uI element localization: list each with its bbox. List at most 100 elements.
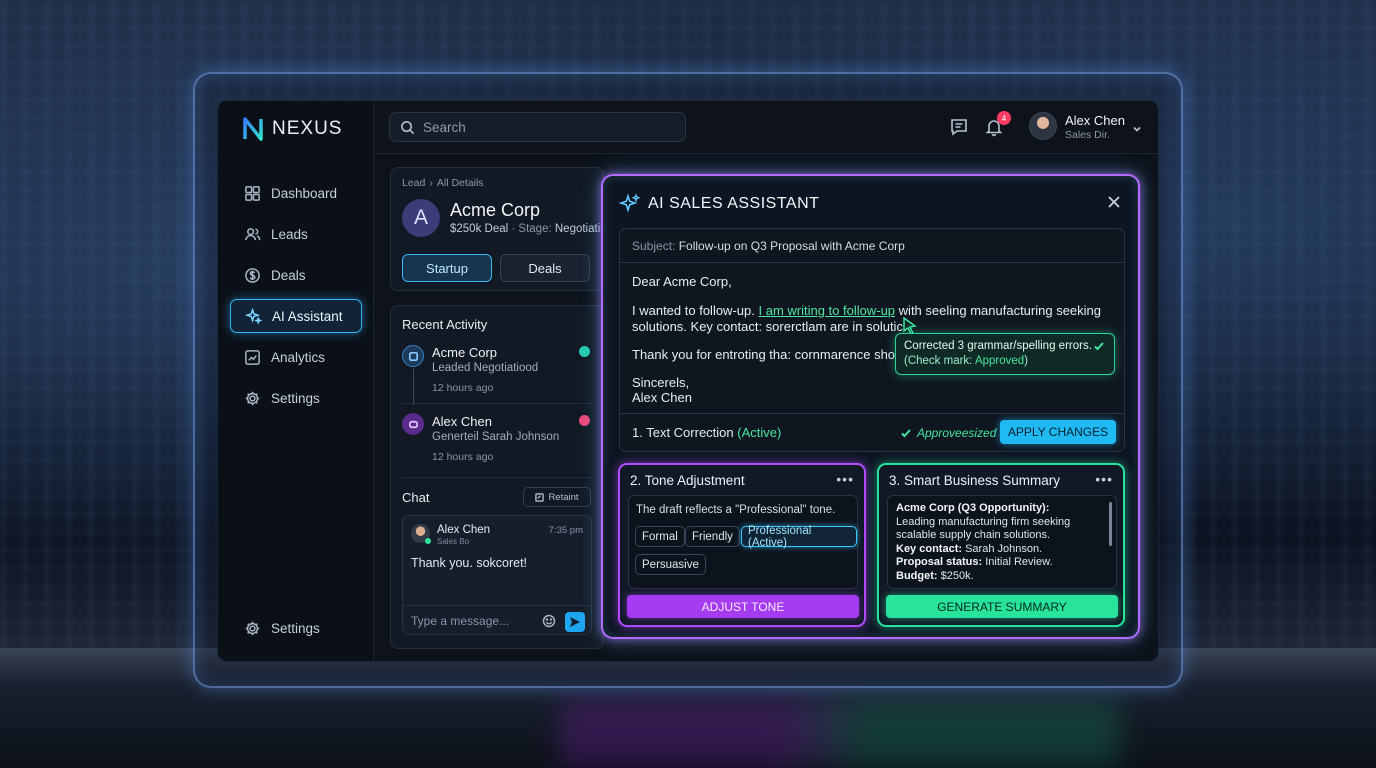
edit-icon — [535, 492, 545, 502]
text-correction-label: 1. Text Correction (Active) — [632, 425, 781, 440]
email-correction-highlight[interactable]: I am writing to follow-up — [758, 303, 895, 318]
sidebar: NEXUS Dashboard Leads Deals AI Assistant… — [218, 101, 374, 661]
sidebar-item-label: Analytics — [271, 349, 326, 365]
summary-content: Acme Corp (Q3 Opportunity): Leading manu… — [887, 495, 1117, 589]
sidebar-item-label: Leads — [271, 226, 308, 242]
user-name: Alex Chen — [1065, 113, 1125, 128]
chat-input-placeholder: Type a message... — [411, 613, 510, 628]
desk-reflection — [560, 700, 1120, 768]
tone-chip-professional[interactable]: Professional (Active) — [741, 525, 857, 549]
generate-summary-button[interactable]: GENERATE SUMMARY — [886, 595, 1118, 618]
email-line-3: Thank you for entroting tha: cornmarence… — [632, 347, 924, 362]
users-icon — [245, 227, 261, 240]
summary-budget: $250k. — [940, 569, 974, 582]
user-role: Sales Dir. — [1065, 129, 1110, 141]
send-button[interactable] — [565, 612, 585, 632]
smart-summary-card: 3. Smart Business Summary ••• Acme Corp … — [877, 463, 1125, 627]
sidebar-item-label: Deals — [271, 267, 306, 283]
summary-contact-label: Key contact: — [896, 542, 963, 555]
stage-label: Stage: — [518, 223, 552, 235]
chat-input[interactable]: Type a message... — [402, 605, 592, 635]
summary-scrollbar[interactable] — [1109, 502, 1112, 546]
app-logo[interactable]: NEXUS — [242, 117, 342, 141]
more-options-icon[interactable]: ••• — [836, 471, 854, 487]
activity-name[interactable]: Acme Corp — [432, 345, 497, 360]
app-name: NEXUS — [272, 118, 343, 139]
notification-badge: 4 — [997, 111, 1011, 125]
chat-sender: Alex Chen — [437, 524, 491, 536]
correction-tooltip: Corrected 3 grammar/spelling errors. (Ch… — [895, 333, 1115, 375]
sidebar-item-leads[interactable]: Leads — [230, 217, 362, 251]
summary-title: 3. Smart Business Summary — [889, 473, 1061, 488]
company-avatar: A — [402, 199, 440, 237]
tab-startup[interactable]: Startup — [402, 254, 492, 282]
sidebar-item-analytics[interactable]: Analytics — [230, 340, 362, 374]
activity-timeline-line — [413, 369, 414, 405]
dollar-icon — [245, 267, 260, 283]
chat-title: Chat — [402, 490, 430, 505]
breadcrumb: Lead › All Details — [402, 177, 484, 189]
summary-heading: Acme Corp (Q3 Opportunity): — [896, 502, 1050, 514]
check-icon — [901, 429, 911, 438]
summary-budget-label: Budget: — [896, 569, 938, 582]
chat-message: Thank you. sokcoret! — [411, 556, 528, 570]
sidebar-item-deals[interactable]: Deals — [230, 258, 362, 292]
sparkle-icon — [619, 193, 641, 213]
adjust-tone-button[interactable]: ADJUST TONE — [627, 595, 859, 618]
tooltip-status: Approved — [974, 355, 1025, 367]
activity-name[interactable]: Alex Chen — [432, 414, 492, 429]
search-icon — [401, 120, 415, 134]
tooltip-label: (Check mark: — [904, 355, 973, 367]
emoji-button[interactable] — [542, 614, 556, 628]
summary-status: Initial Review. — [985, 556, 1053, 568]
send-icon — [570, 617, 580, 627]
close-icon — [1108, 196, 1120, 208]
messages-button[interactable] — [949, 117, 969, 137]
approved-status: Approveesized — [900, 426, 996, 440]
tone-chip-friendly[interactable]: Friendly — [685, 526, 740, 547]
tone-chip-formal[interactable]: Formal — [635, 526, 685, 547]
crm-app-window: NEXUS Dashboard Leads Deals AI Assistant… — [217, 100, 1159, 662]
more-options-icon[interactable]: ••• — [1095, 471, 1113, 487]
tab-deals[interactable]: Deals — [500, 254, 590, 282]
sidebar-item-settings[interactable]: Settings — [230, 381, 362, 415]
email-line-1: I wanted to follow-up. I am writing to f… — [632, 303, 1101, 318]
activity-divider — [402, 477, 592, 478]
user-avatar[interactable] — [1029, 112, 1057, 140]
subject-value: Follow-up on Q3 Proposal with Acme Corp — [678, 239, 905, 253]
activity-time: 12 hours ago — [432, 451, 494, 463]
activity-divider — [402, 403, 592, 404]
search-input[interactable]: Search — [389, 112, 686, 142]
sidebar-item-ai-assistant[interactable]: AI Assistant — [230, 299, 362, 333]
gear-icon — [245, 391, 260, 405]
emoji-icon — [542, 614, 556, 628]
retain-button[interactable]: Retaint — [523, 487, 591, 507]
sidebar-item-dashboard[interactable]: Dashboard — [230, 176, 362, 210]
tone-chip-persuasive[interactable]: Persuasive — [635, 554, 706, 575]
close-button[interactable] — [1106, 194, 1122, 210]
message-icon — [951, 119, 967, 136]
correction-title: 1. Text Correction — [632, 425, 734, 440]
online-indicator — [425, 538, 431, 544]
tooltip-paren: ) — [1024, 355, 1029, 367]
sidebar-item-label: Dashboard — [271, 185, 338, 201]
dashboard-icon — [245, 185, 260, 201]
apply-changes-button[interactable]: APPLY CHANGES — [1000, 420, 1116, 444]
email-subject: Subject: Follow-up on Q3 Proposal with A… — [632, 239, 905, 253]
building-icon — [408, 351, 418, 361]
user-menu-toggle[interactable] — [1132, 121, 1142, 132]
activity-desc: Leaded Negotiatiood — [432, 362, 539, 374]
chat-time: 7:35 pm — [548, 525, 583, 536]
breadcrumb-separator: › — [429, 177, 433, 189]
sidebar-item-label: Settings — [271, 620, 320, 636]
user-icon — [408, 420, 418, 428]
breadcrumb-root[interactable]: Lead — [402, 177, 425, 189]
sidebar-item-settings-bottom[interactable]: Settings — [230, 611, 362, 645]
company-meta: $250k Deal · Stage: Negotiatio — [450, 223, 607, 235]
email-divider — [620, 262, 1124, 263]
company-name: Acme Corp — [450, 200, 541, 220]
activity-user-icon — [402, 413, 424, 435]
subject-label: Subject: — [632, 239, 676, 253]
email-closing: Sincerels, — [632, 375, 690, 390]
activity-status-dot — [579, 415, 590, 426]
